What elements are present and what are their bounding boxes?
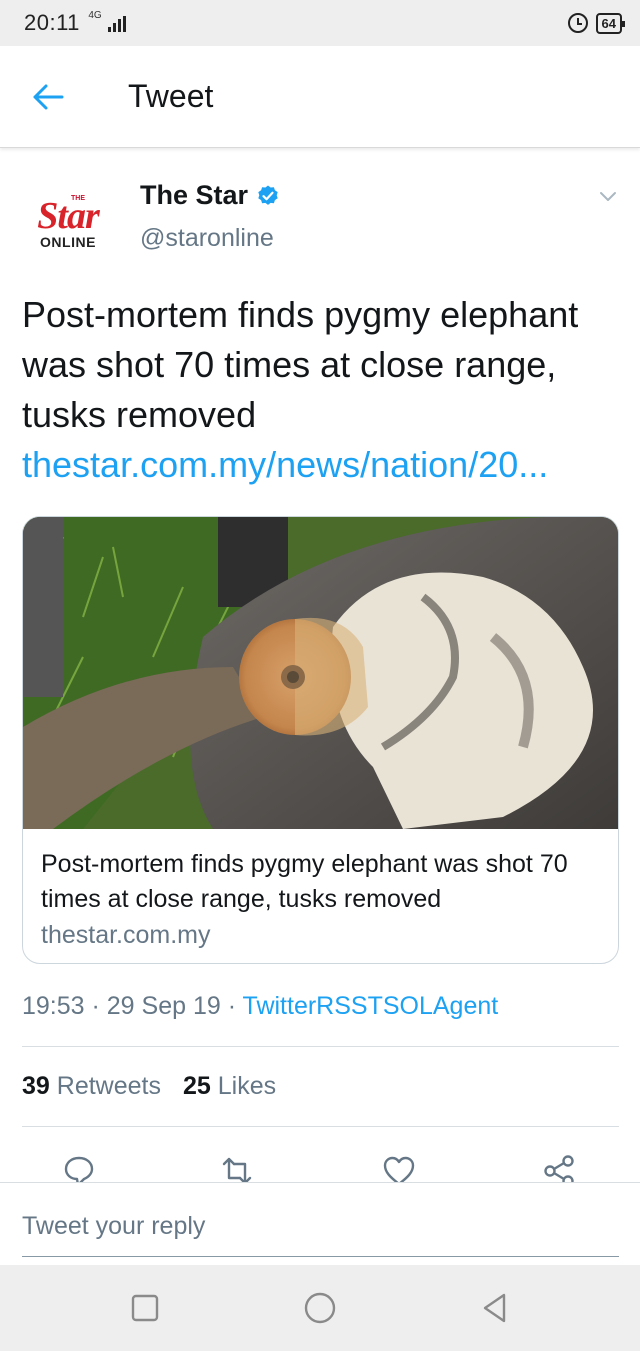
likes-count: 25	[182, 1072, 211, 1100]
meta-separator: ·	[84, 992, 107, 1020]
author-handle[interactable]: @staronline	[140, 224, 274, 253]
tweet-meta: 19:53 · 29 Sep 19 · TwitterRSSTSOLAgent	[22, 992, 498, 1021]
author-name[interactable]: The Star	[140, 180, 280, 211]
share-icon[interactable]	[542, 1154, 576, 1182]
chevron-down-icon[interactable]	[598, 186, 618, 206]
elephant-photo	[23, 517, 618, 829]
back-arrow-icon	[33, 84, 64, 109]
divider	[22, 1126, 619, 1127]
tweet-detail: THE Star ONLINE The Star @staronline Pos…	[0, 150, 640, 1182]
avatar-text-main: Star	[37, 194, 99, 237]
app-bar: Tweet	[0, 46, 640, 148]
alarm-icon	[567, 13, 588, 33]
avatar-text-bottom: ONLINE	[40, 233, 96, 250]
tweet-date: 29 Sep 19	[106, 992, 221, 1020]
status-bar: 20:11 4G 64	[0, 0, 640, 46]
reply-icon[interactable]	[62, 1154, 96, 1182]
back-triangle-icon[interactable]	[478, 1291, 512, 1325]
author-name-text: The Star	[140, 180, 249, 210]
avatar[interactable]: THE Star ONLINE	[22, 176, 114, 268]
retweets-label: Retweets	[56, 1072, 161, 1100]
card-body: Post-mortem finds pygmy elephant was sho…	[23, 829, 618, 950]
tweet-text: Post-mortem finds pygmy elephant was sho…	[22, 290, 622, 490]
network-type: 4G	[88, 10, 102, 21]
battery-icon: 64	[595, 12, 626, 34]
reply-bar	[0, 1182, 640, 1262]
system-nav-bar	[0, 1265, 640, 1351]
home-circle-icon[interactable]	[303, 1291, 337, 1325]
back-button[interactable]	[0, 46, 110, 148]
page-title: Tweet	[128, 78, 214, 114]
retweets-stat[interactable]: 39 Retweets	[22, 1072, 161, 1101]
tweet-source[interactable]: TwitterRSSTSOLAgent	[243, 992, 499, 1020]
tweet-time: 19:53	[22, 992, 85, 1020]
retweets-count: 39	[22, 1072, 50, 1100]
reply-input[interactable]	[22, 1197, 619, 1257]
link-card[interactable]: Post-mortem finds pygmy elephant was sho…	[22, 516, 619, 964]
divider	[22, 1046, 619, 1047]
tweet-link[interactable]: thestar.com.my/news/nation/20...	[22, 440, 612, 490]
retweet-icon[interactable]	[220, 1154, 254, 1182]
likes-stat[interactable]: 25 Likes	[183, 1072, 276, 1101]
likes-label: Likes	[217, 1072, 277, 1100]
signal-icon	[108, 16, 127, 32]
status-time: 20:11	[24, 10, 80, 35]
tweet-body: Post-mortem finds pygmy elephant was sho…	[22, 294, 579, 435]
recents-square-icon[interactable]	[128, 1291, 162, 1325]
tweet-header: THE Star ONLINE The Star @staronline	[0, 150, 640, 270]
card-domain: thestar.com.my	[41, 921, 211, 949]
status-left: 20:11 4G	[24, 10, 127, 36]
verified-badge-icon	[258, 185, 278, 205]
meta-separator: ·	[220, 992, 243, 1020]
tweet-stats: 39 Retweets 25 Likes	[22, 1072, 276, 1101]
card-image	[23, 517, 618, 829]
status-right: 64	[567, 12, 626, 34]
tweet-actions	[22, 1150, 619, 1182]
like-heart-icon[interactable]	[382, 1154, 416, 1182]
card-title: Post-mortem finds pygmy elephant was sho…	[41, 850, 568, 913]
